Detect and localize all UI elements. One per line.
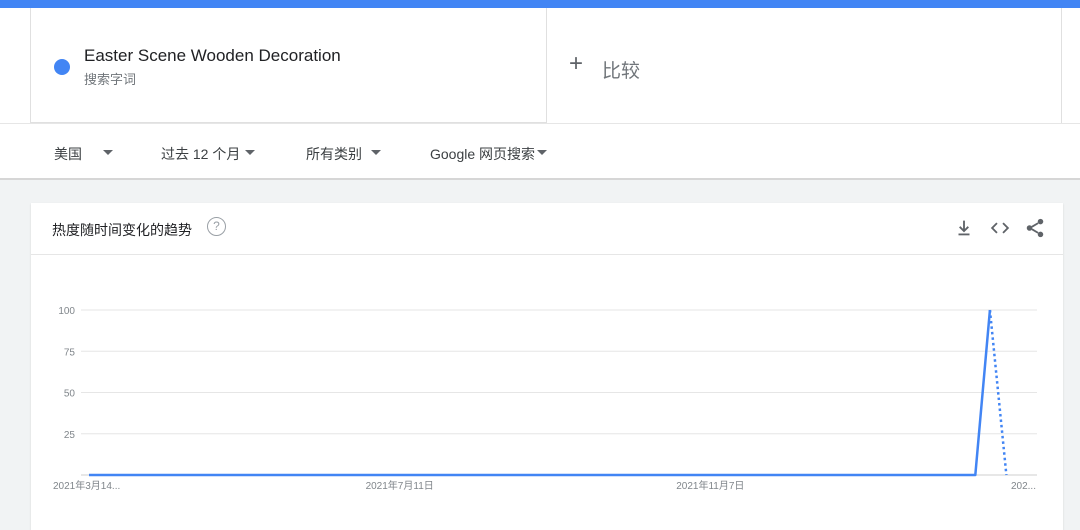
interest-over-time-panel: 热度随时间变化的趋势 ? 100 75 50 25 2021年3月14... 2021年7… [31, 203, 1063, 530]
x-tick-label: 2021年7月11日 [366, 479, 434, 492]
search-type-dropdown[interactable]: Google 网页搜索 [430, 144, 535, 164]
search-term-card[interactable]: Easter Scene Wooden Decoration 搜索字词 [30, 8, 547, 123]
y-tick-label: 25 [64, 430, 76, 441]
term-color-dot [54, 59, 70, 75]
x-tick-label: 202... [1011, 481, 1036, 492]
x-tick-label: 2021年11月7日 [676, 479, 744, 492]
x-tick-label: 2021年3月14... [53, 479, 120, 492]
download-icon[interactable] [953, 217, 975, 239]
search-term-type: 搜索字词 [84, 72, 137, 87]
help-icon[interactable]: ? [207, 217, 226, 236]
chevron-down-icon[interactable] [103, 150, 113, 155]
chevron-down-icon[interactable] [537, 150, 547, 155]
search-term-name[interactable]: Easter Scene Wooden Decoration [84, 46, 341, 66]
compare-button[interactable]: + 比较 [547, 8, 1062, 123]
chevron-down-icon[interactable] [371, 150, 381, 155]
chart-title: 热度随时间变化的趋势 [52, 222, 192, 238]
chevron-down-icon[interactable] [245, 150, 255, 155]
y-tick-label: 100 [58, 306, 75, 317]
chart-header: 热度随时间变化的趋势 ? [31, 203, 1063, 255]
top-accent-bar [0, 0, 1080, 8]
compare-label: 比较 [602, 61, 641, 82]
region-dropdown[interactable]: 美国 [54, 144, 82, 164]
y-tick-label: 50 [64, 389, 76, 400]
time-range-dropdown[interactable]: 过去 12 个月 [161, 144, 240, 164]
share-icon[interactable] [1024, 217, 1046, 239]
embed-icon[interactable] [989, 217, 1011, 239]
trend-chart[interactable]: 100 75 50 25 2021年3月14... 2021年7月11日 2021年11月7… [31, 255, 1063, 530]
search-terms-area: Easter Scene Wooden Decoration 搜索字词 + 比较 [0, 8, 1080, 123]
y-tick-label: 75 [64, 347, 76, 358]
category-dropdown[interactable]: 所有类别 [306, 144, 362, 164]
filter-bar: 美国 过去 12 个月 所有类别 Google 网页搜索 [0, 123, 1080, 180]
plus-icon: + [569, 50, 584, 77]
